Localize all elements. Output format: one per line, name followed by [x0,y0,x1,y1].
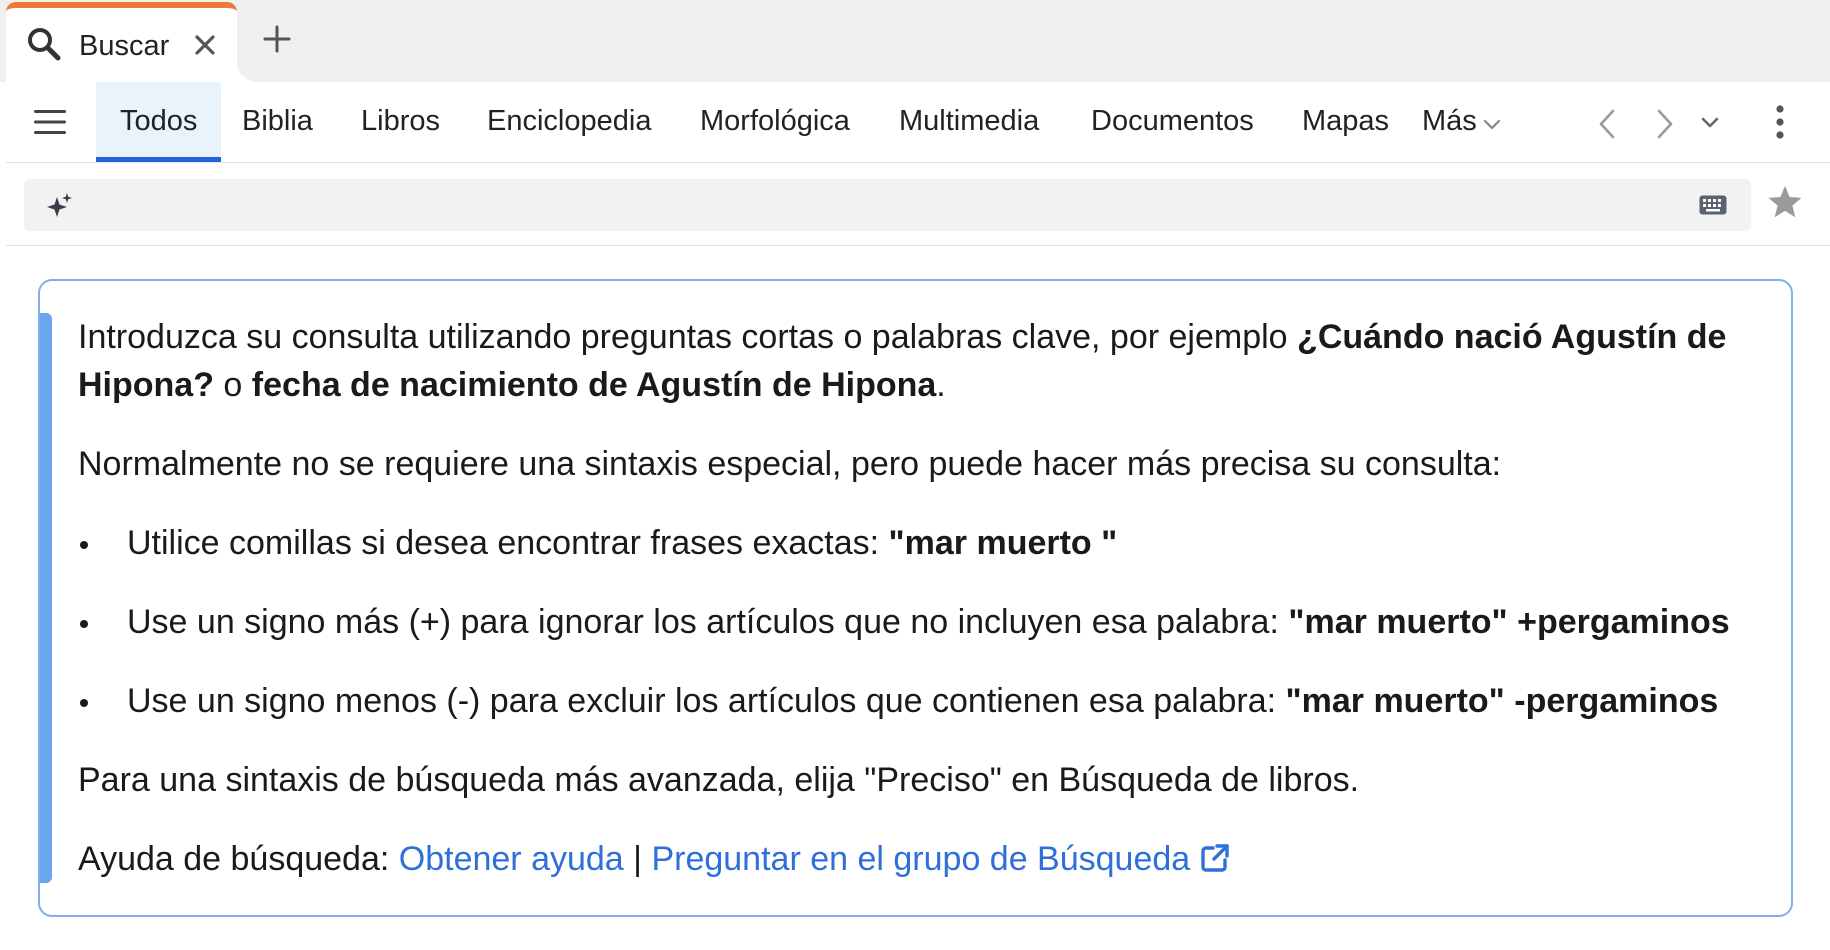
help-links: Ayuda de búsqueda: Obtener ayuda | Pregu… [78,835,1768,886]
tab-mas-dropdown[interactable]: Más [1422,82,1501,162]
tab-todos[interactable]: Todos [96,82,222,162]
tab-mapas-label: Mapas [1302,105,1390,137]
tab-morfologica[interactable]: Morfológica [700,82,850,162]
example-keywords: fecha de nacimiento de Agustín de Hipona [251,366,937,404]
scroll-right-chevron-icon[interactable] [1652,108,1676,145]
kebab-menu-icon[interactable] [1774,104,1786,145]
tab-enciclopedia-label: Enciclopedia [487,105,652,137]
tab-biblia-label: Biblia [242,105,313,137]
tab-buscar[interactable]: Buscar [6,2,237,82]
new-tab-plus-icon[interactable] [262,24,292,59]
tab-todos-label: Todos [120,105,198,137]
syntax-note: Normalmente no se requiere una sintaxis … [78,445,1502,483]
keyboard-icon[interactable] [1699,195,1727,220]
tab-morfologica-label: Morfológica [700,105,850,137]
get-help-link[interactable]: Obtener ayuda [399,840,624,878]
tab-multimedia-label: Multimedia [899,105,1040,137]
category-nav: Todos Biblia Libros Enciclopedia Morfoló… [6,82,1830,163]
tab-documentos-label: Documentos [1091,105,1254,137]
scroll-left-chevron-icon[interactable] [1596,108,1620,145]
ask-search-group-link[interactable]: Preguntar en el grupo de Búsqueda [651,840,1190,878]
tab-libros-label: Libros [361,105,440,137]
link-separator: | [633,840,642,878]
tab-strip: Buscar [0,0,1830,82]
ai-sparkle-icon [46,192,74,225]
list-item: Use un signo menos (-) para excluir los … [78,677,1768,725]
hamburger-menu-icon[interactable] [34,109,66,140]
search-help-panel: Introduzca su consulta utilizando pregun… [38,279,1793,917]
tabs-dropdown-chevron-icon[interactable] [1700,116,1720,135]
tab-multimedia[interactable]: Multimedia [899,82,1039,162]
advanced-note: Para una sintaxis de búsqueda más avanza… [78,761,1360,799]
tab-mas-label: Más [1422,105,1477,137]
external-link-icon[interactable] [1200,838,1230,886]
help-text: Introduzca su consulta utilizando pregun… [78,313,1768,886]
panel-accent-bar [40,313,52,883]
list-item: Use un signo más (+) para ignorar los ar… [78,598,1768,646]
tab-documentos[interactable]: Documentos [1091,82,1254,162]
close-icon[interactable] [192,32,218,63]
search-row [6,163,1830,246]
search-input[interactable] [24,179,1751,231]
tab-label: Buscar [79,30,170,62]
tips-list: Utilice comillas si desea encontrar fras… [78,519,1768,725]
intro-paragraph: Introduzca su consulta utilizando pregun… [78,318,1727,404]
tab-biblia[interactable]: Biblia [242,82,313,162]
tab-enciclopedia[interactable]: Enciclopedia [487,82,651,162]
search-icon [26,26,62,67]
favorite-star-icon[interactable] [1767,185,1803,224]
tab-libros[interactable]: Libros [361,82,440,162]
list-item: Utilice comillas si desea encontrar fras… [78,519,1768,567]
tab-mapas[interactable]: Mapas [1302,82,1389,162]
chevron-down-icon [1483,83,1501,161]
